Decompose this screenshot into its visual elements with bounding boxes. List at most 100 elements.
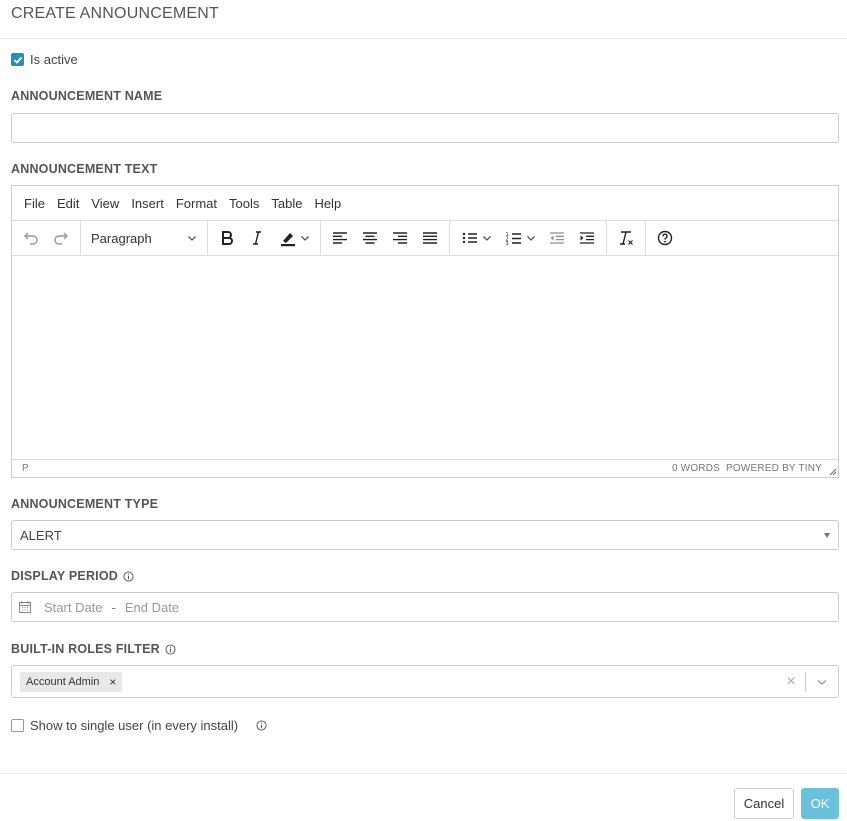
dropdown-toggle[interactable] xyxy=(806,676,838,688)
help-group xyxy=(646,221,684,255)
role-tag-label: Account Admin xyxy=(26,675,100,688)
chevron-down-icon xyxy=(526,236,535,241)
editor-statusbar: P 0 WORDS POWERED BY TINY xyxy=(12,460,838,477)
indent-button[interactable] xyxy=(572,225,602,251)
chevron-down-icon xyxy=(482,236,491,241)
remove-tag-icon[interactable]: × xyxy=(109,675,116,689)
menu-edit[interactable]: Edit xyxy=(51,196,85,211)
dialog-footer: Cancel OK xyxy=(0,773,847,821)
role-tag: Account Admin × xyxy=(20,671,123,692)
editor-menubar: File Edit View Insert Format Tools Table… xyxy=(12,186,838,221)
powered-by-link[interactable]: POWERED BY TINY xyxy=(726,463,822,474)
align-justify-button[interactable] xyxy=(415,225,445,251)
alignment-group xyxy=(321,221,450,255)
info-icon[interactable] xyxy=(256,720,267,731)
align-justify-icon xyxy=(423,232,437,244)
list-group: 123 xyxy=(450,221,607,255)
outdent-icon xyxy=(550,232,564,244)
editor-content-area[interactable] xyxy=(12,256,838,460)
align-right-button[interactable] xyxy=(385,225,415,251)
block-format-select[interactable]: Paragraph xyxy=(85,225,203,251)
multiselect-controls: × xyxy=(777,666,838,697)
roles-filter-label-row: BUILT-IN ROLES FILTER xyxy=(11,642,176,656)
align-left-button[interactable] xyxy=(325,225,355,251)
single-user-label: Show to single user (in every install) xyxy=(30,718,239,733)
roles-filter-multiselect[interactable]: Account Admin × × xyxy=(11,665,839,698)
start-date-input[interactable]: Start Date xyxy=(44,600,103,615)
announcement-name-label: ANNOUNCEMENT NAME xyxy=(11,89,163,103)
svg-text:3: 3 xyxy=(505,241,508,247)
menu-tools[interactable]: Tools xyxy=(223,196,265,211)
cancel-button[interactable]: Cancel xyxy=(734,788,794,819)
menu-help[interactable]: Help xyxy=(308,196,347,211)
bullet-list-button[interactable] xyxy=(454,225,498,251)
rich-text-editor: File Edit View Insert Format Tools Table… xyxy=(11,185,839,478)
indent-icon xyxy=(580,232,594,244)
bold-icon xyxy=(222,231,233,245)
is-active-row[interactable]: Is active xyxy=(11,52,78,67)
numbered-list-button[interactable]: 123 xyxy=(498,225,542,251)
is-active-label: Is active xyxy=(30,52,78,67)
menu-table[interactable]: Table xyxy=(265,196,308,211)
redo-button[interactable] xyxy=(46,225,76,251)
info-icon[interactable] xyxy=(123,570,134,582)
date-separator: - xyxy=(111,599,116,615)
chevron-down-icon xyxy=(300,236,309,241)
element-path[interactable]: P xyxy=(22,463,29,474)
is-active-checkbox[interactable] xyxy=(11,53,24,66)
highlight-color-button[interactable] xyxy=(272,225,316,251)
history-group xyxy=(12,221,81,255)
help-button[interactable] xyxy=(650,225,680,251)
redo-icon xyxy=(54,232,68,245)
calendar-icon xyxy=(19,601,31,613)
ok-button[interactable]: OK xyxy=(801,788,839,819)
clear-formatting-icon xyxy=(620,231,633,245)
roles-filter-label: BUILT-IN ROLES FILTER xyxy=(11,642,160,656)
menu-format[interactable]: Format xyxy=(170,196,223,211)
menu-insert[interactable]: Insert xyxy=(125,196,170,211)
single-user-row[interactable]: Show to single user (in every install) xyxy=(11,718,267,733)
menu-view[interactable]: View xyxy=(85,196,125,211)
numbered-list-icon: 123 xyxy=(505,232,521,247)
chevron-down-icon xyxy=(817,679,827,685)
menu-file[interactable]: File xyxy=(18,196,51,211)
announcement-name-input[interactable] xyxy=(11,113,839,143)
align-right-icon xyxy=(393,232,407,244)
align-center-button[interactable] xyxy=(355,225,385,251)
dialog-title: CREATE ANNOUNCEMENT xyxy=(11,5,219,22)
clear-selection-icon[interactable]: × xyxy=(777,673,805,691)
display-period-range[interactable]: Start Date - End Date xyxy=(11,592,839,622)
block-format-group: Paragraph xyxy=(81,221,208,255)
formatting-group xyxy=(208,221,321,255)
announcement-type-label: ANNOUNCEMENT TYPE xyxy=(11,497,159,511)
end-date-input[interactable]: End Date xyxy=(125,600,179,615)
align-center-icon xyxy=(363,232,377,244)
display-period-label: DISPLAY PERIOD xyxy=(11,569,118,583)
info-icon[interactable] xyxy=(165,643,176,655)
block-format-value: Paragraph xyxy=(91,230,152,246)
undo-button[interactable] xyxy=(16,225,46,251)
announcement-type-value: ALERT xyxy=(20,527,62,543)
bullet-list-icon xyxy=(462,232,477,244)
italic-icon xyxy=(253,231,261,245)
caret-down-icon xyxy=(824,532,830,538)
highlighter-icon xyxy=(280,233,295,247)
resize-handle-icon[interactable] xyxy=(829,468,837,476)
clear-format-group xyxy=(607,221,646,255)
bold-button[interactable] xyxy=(212,225,242,251)
italic-button[interactable] xyxy=(242,225,272,251)
editor-toolbar: Paragraph 1 2 3 xyxy=(12,221,838,256)
undo-icon xyxy=(24,232,38,245)
check-icon xyxy=(13,56,22,64)
word-count[interactable]: 0 WORDS xyxy=(672,463,720,474)
announcement-type-select[interactable]: ALERT xyxy=(11,520,839,550)
help-icon xyxy=(657,230,673,246)
announcement-text-label: ANNOUNCEMENT TEXT xyxy=(11,162,158,176)
dialog-header: CREATE ANNOUNCEMENT xyxy=(0,0,847,39)
single-user-checkbox[interactable] xyxy=(11,719,24,732)
align-left-icon xyxy=(333,232,347,244)
chevron-down-icon xyxy=(188,236,196,241)
display-period-label-row: DISPLAY PERIOD xyxy=(11,569,134,583)
clear-formatting-button[interactable] xyxy=(611,225,641,251)
outdent-button[interactable] xyxy=(542,225,572,251)
